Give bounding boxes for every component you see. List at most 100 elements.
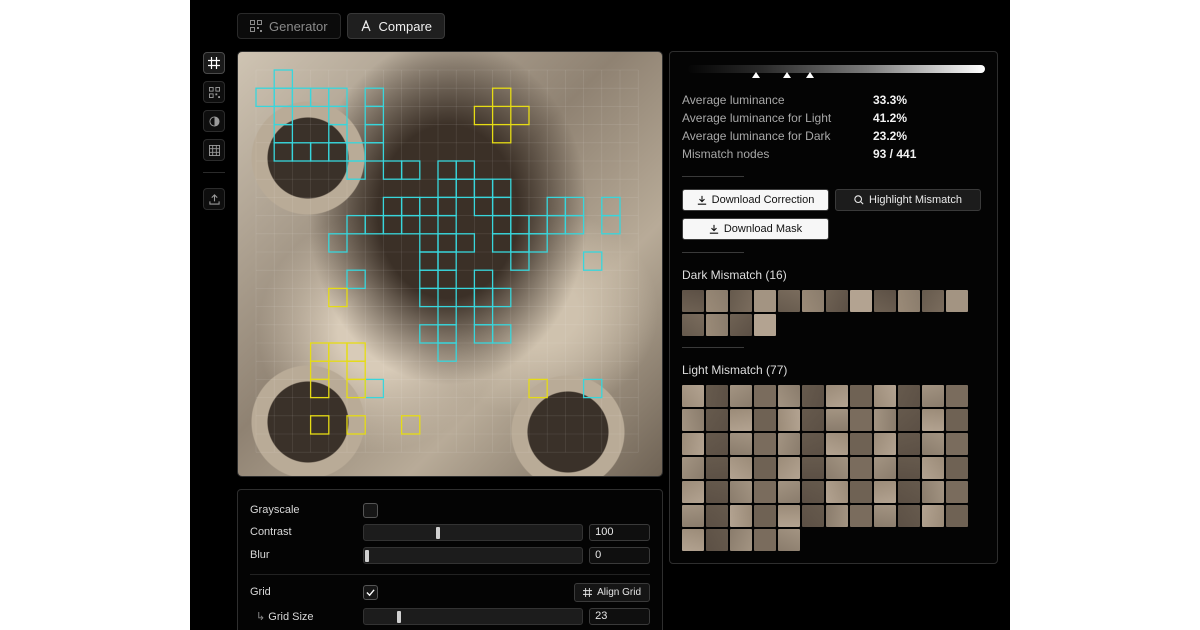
- light-mismatch-cell[interactable]: [473, 324, 494, 344]
- light-mismatch-thumbnail[interactable]: [946, 457, 968, 479]
- light-mismatch-thumbnail[interactable]: [730, 481, 752, 503]
- light-mismatch-cell[interactable]: [328, 233, 348, 253]
- light-mismatch-cell[interactable]: [473, 178, 494, 199]
- light-mismatch-thumbnail[interactable]: [802, 433, 824, 455]
- dark-mismatch-thumbnail[interactable]: [730, 290, 752, 312]
- light-mismatch-cell[interactable]: [528, 214, 548, 235]
- light-mismatch-cell[interactable]: [419, 269, 439, 290]
- light-mismatch-thumbnail[interactable]: [778, 409, 800, 431]
- light-mismatch-thumbnail[interactable]: [682, 385, 704, 407]
- light-mismatch-thumbnail[interactable]: [946, 505, 968, 527]
- light-mismatch-cell[interactable]: [328, 105, 348, 126]
- dark-mismatch-thumbnail[interactable]: [706, 314, 728, 336]
- light-mismatch-thumbnail[interactable]: [898, 505, 920, 527]
- contrast-slider[interactable]: [362, 523, 584, 541]
- light-mismatch-cell[interactable]: [309, 87, 330, 108]
- light-mismatch-thumbnail[interactable]: [682, 433, 704, 455]
- light-mismatch-thumbnail[interactable]: [754, 505, 776, 527]
- dark-mismatch-cell[interactable]: [510, 105, 530, 126]
- light-mismatch-thumbnail[interactable]: [946, 481, 968, 503]
- light-mismatch-thumbnail[interactable]: [754, 529, 776, 551]
- light-mismatch-thumbnail[interactable]: [898, 481, 920, 503]
- dark-mismatch-cell[interactable]: [346, 378, 366, 399]
- dark-mismatch-thumbnail[interactable]: [850, 290, 872, 312]
- dark-mismatch-cell[interactable]: [309, 378, 330, 399]
- dark-mismatch-cell[interactable]: [346, 415, 366, 435]
- light-mismatch-thumbnail[interactable]: [730, 505, 752, 527]
- download-correction-button[interactable]: Download Correction: [682, 189, 829, 211]
- light-mismatch-thumbnail[interactable]: [874, 481, 896, 503]
- light-mismatch-thumbnail[interactable]: [802, 385, 824, 407]
- light-mismatch-cell[interactable]: [473, 287, 494, 308]
- light-mismatch-cell[interactable]: [364, 142, 385, 162]
- light-mismatch-thumbnail[interactable]: [946, 409, 968, 431]
- qr-tool[interactable]: [203, 81, 225, 103]
- light-mismatch-cell[interactable]: [255, 87, 275, 108]
- dark-mismatch-thumbnail[interactable]: [754, 314, 776, 336]
- light-mismatch-cell[interactable]: [273, 69, 294, 89]
- dark-mismatch-cell[interactable]: [491, 123, 512, 144]
- grid-size-input[interactable]: 23: [589, 607, 650, 625]
- light-mismatch-thumbnail[interactable]: [850, 457, 872, 479]
- download-mask-button[interactable]: Download Mask: [682, 218, 829, 240]
- dark-mismatch-cell[interactable]: [328, 342, 348, 362]
- light-mismatch-thumbnail[interactable]: [850, 505, 872, 527]
- light-mismatch-thumbnail[interactable]: [922, 433, 944, 455]
- tab-generator[interactable]: Generator: [237, 13, 341, 39]
- light-mismatch-thumbnail[interactable]: [826, 409, 848, 431]
- light-mismatch-thumbnail[interactable]: [754, 433, 776, 455]
- light-mismatch-cell[interactable]: [273, 87, 294, 108]
- light-mismatch-cell[interactable]: [419, 324, 439, 344]
- dark-mismatch-cell[interactable]: [473, 105, 494, 126]
- dark-mismatch-cell[interactable]: [346, 360, 366, 381]
- light-mismatch-cell[interactable]: [491, 196, 512, 217]
- light-mismatch-thumbnail[interactable]: [682, 409, 704, 431]
- dark-mismatch-cell[interactable]: [400, 415, 421, 435]
- dark-mismatch-cell[interactable]: [491, 87, 512, 108]
- blur-slider-thumb[interactable]: [364, 549, 369, 562]
- light-mismatch-thumbnail[interactable]: [682, 529, 704, 551]
- light-mismatch-thumbnail[interactable]: [850, 433, 872, 455]
- light-mismatch-thumbnail[interactable]: [682, 481, 704, 503]
- light-mismatch-cell[interactable]: [437, 178, 457, 199]
- light-mismatch-thumbnail[interactable]: [946, 433, 968, 455]
- light-mismatch-thumbnail[interactable]: [730, 385, 752, 407]
- light-mismatch-cell[interactable]: [437, 342, 457, 362]
- dark-mismatch-thumbnail[interactable]: [682, 314, 704, 336]
- light-mismatch-cell[interactable]: [437, 251, 457, 271]
- light-mismatch-thumbnail[interactable]: [682, 505, 704, 527]
- light-mismatch-thumbnail[interactable]: [754, 457, 776, 479]
- grid-checkbox[interactable]: [363, 584, 378, 600]
- light-mismatch-thumbnail[interactable]: [706, 433, 728, 455]
- light-mismatch-cell[interactable]: [528, 233, 548, 253]
- light-mismatch-cell[interactable]: [400, 196, 421, 217]
- light-mismatch-cell[interactable]: [364, 87, 385, 108]
- light-mismatch-cell[interactable]: [364, 378, 385, 399]
- qr-image-canvas[interactable]: [237, 51, 663, 477]
- light-mismatch-thumbnail[interactable]: [730, 457, 752, 479]
- light-mismatch-thumbnail[interactable]: [706, 409, 728, 431]
- light-mismatch-thumbnail[interactable]: [874, 505, 896, 527]
- light-mismatch-thumbnail[interactable]: [922, 457, 944, 479]
- dark-mismatch-thumbnail[interactable]: [946, 290, 968, 312]
- light-mismatch-thumbnail[interactable]: [850, 481, 872, 503]
- light-mismatch-cell[interactable]: [491, 287, 512, 308]
- light-mismatch-thumbnail[interactable]: [754, 409, 776, 431]
- light-mismatch-cell[interactable]: [546, 196, 567, 217]
- light-mismatch-cell[interactable]: [491, 233, 512, 253]
- light-mismatch-thumbnail[interactable]: [706, 529, 728, 551]
- light-mismatch-cell[interactable]: [455, 160, 476, 180]
- light-mismatch-cell[interactable]: [601, 196, 621, 217]
- contrast-slider-thumb[interactable]: [435, 526, 440, 539]
- light-mismatch-cell[interactable]: [564, 196, 585, 217]
- grid-size-slider-thumb[interactable]: [396, 610, 401, 623]
- light-mismatch-cell[interactable]: [437, 324, 457, 344]
- light-mismatch-thumbnail[interactable]: [850, 409, 872, 431]
- grayscale-checkbox[interactable]: [363, 502, 378, 518]
- light-mismatch-cell[interactable]: [291, 87, 312, 108]
- light-mismatch-cell[interactable]: [364, 214, 385, 235]
- light-mismatch-cell[interactable]: [382, 214, 403, 235]
- light-mismatch-cell[interactable]: [419, 233, 439, 253]
- dark-mismatch-thumbnail[interactable]: [730, 314, 752, 336]
- light-mismatch-thumbnail[interactable]: [922, 385, 944, 407]
